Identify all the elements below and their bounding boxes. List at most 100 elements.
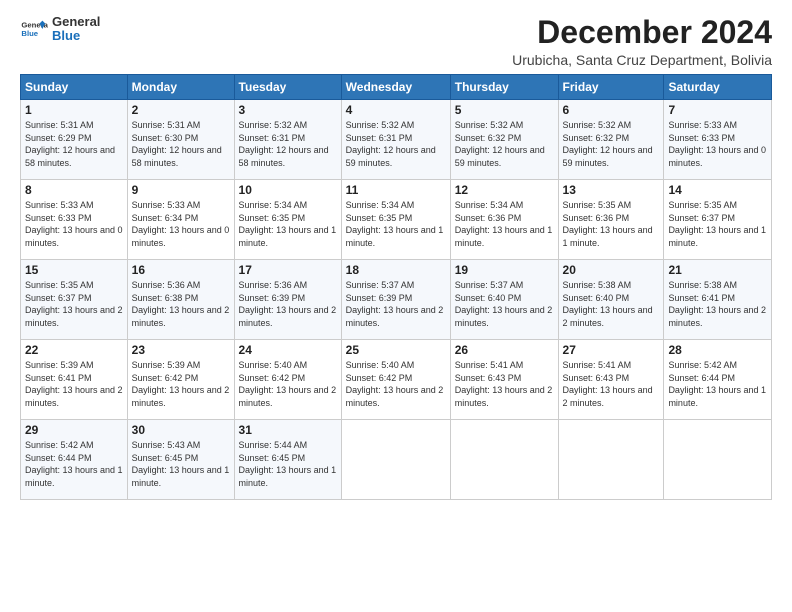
day-number: 27 — [563, 343, 660, 357]
sunset-text: Sunset: 6:41 PM — [25, 373, 92, 383]
day-number: 1 — [25, 103, 123, 117]
sunrise-text: Sunrise: 5:41 AM — [563, 360, 632, 370]
day-number: 31 — [239, 423, 337, 437]
sunrise-text: Sunrise: 5:33 AM — [132, 200, 201, 210]
day-info: Sunrise: 5:36 AM Sunset: 6:38 PM Dayligh… — [132, 279, 230, 329]
sunrise-text: Sunrise: 5:33 AM — [25, 200, 94, 210]
sunrise-text: Sunrise: 5:35 AM — [668, 200, 737, 210]
day-info: Sunrise: 5:35 AM Sunset: 6:37 PM Dayligh… — [25, 279, 123, 329]
sunrise-text: Sunrise: 5:40 AM — [239, 360, 308, 370]
day-cell-12: 12 Sunrise: 5:34 AM Sunset: 6:36 PM Dayl… — [450, 180, 558, 260]
sunset-text: Sunset: 6:43 PM — [563, 373, 630, 383]
sunset-text: Sunset: 6:30 PM — [132, 133, 199, 143]
daylight-text: Daylight: 12 hours and 58 minutes. — [25, 145, 115, 168]
sunset-text: Sunset: 6:36 PM — [455, 213, 522, 223]
day-cell-25: 25 Sunrise: 5:40 AM Sunset: 6:42 PM Dayl… — [341, 340, 450, 420]
day-number: 17 — [239, 263, 337, 277]
sunrise-text: Sunrise: 5:38 AM — [668, 280, 737, 290]
daylight-text: Daylight: 12 hours and 59 minutes. — [563, 145, 653, 168]
day-info: Sunrise: 5:38 AM Sunset: 6:41 PM Dayligh… — [668, 279, 767, 329]
sunrise-text: Sunrise: 5:37 AM — [455, 280, 524, 290]
day-info: Sunrise: 5:42 AM Sunset: 6:44 PM Dayligh… — [25, 439, 123, 489]
daylight-text: Daylight: 13 hours and 1 minute. — [239, 465, 337, 488]
daylight-text: Daylight: 13 hours and 2 minutes. — [132, 385, 230, 408]
day-cell-18: 18 Sunrise: 5:37 AM Sunset: 6:39 PM Dayl… — [341, 260, 450, 340]
day-number: 9 — [132, 183, 230, 197]
day-info: Sunrise: 5:37 AM Sunset: 6:39 PM Dayligh… — [346, 279, 446, 329]
calendar-week-2: 8 Sunrise: 5:33 AM Sunset: 6:33 PM Dayli… — [21, 180, 772, 260]
sunrise-text: Sunrise: 5:35 AM — [25, 280, 94, 290]
calendar-header-row: SundayMondayTuesdayWednesdayThursdayFrid… — [21, 75, 772, 100]
day-number: 18 — [346, 263, 446, 277]
calendar-table: SundayMondayTuesdayWednesdayThursdayFrid… — [20, 74, 772, 500]
daylight-text: Daylight: 13 hours and 0 minutes. — [132, 225, 230, 248]
day-info: Sunrise: 5:38 AM Sunset: 6:40 PM Dayligh… — [563, 279, 660, 329]
sunset-text: Sunset: 6:42 PM — [132, 373, 199, 383]
sunset-text: Sunset: 6:36 PM — [563, 213, 630, 223]
sunrise-text: Sunrise: 5:36 AM — [239, 280, 308, 290]
daylight-text: Daylight: 12 hours and 58 minutes. — [239, 145, 329, 168]
day-cell-7: 7 Sunrise: 5:33 AM Sunset: 6:33 PM Dayli… — [664, 100, 772, 180]
header-day-tuesday: Tuesday — [234, 75, 341, 100]
daylight-text: Daylight: 13 hours and 2 minutes. — [239, 385, 337, 408]
sunset-text: Sunset: 6:43 PM — [455, 373, 522, 383]
sunrise-text: Sunrise: 5:32 AM — [563, 120, 632, 130]
sunset-text: Sunset: 6:40 PM — [455, 293, 522, 303]
calendar-week-1: 1 Sunrise: 5:31 AM Sunset: 6:29 PM Dayli… — [21, 100, 772, 180]
day-info: Sunrise: 5:32 AM Sunset: 6:31 PM Dayligh… — [239, 119, 337, 169]
day-cell-30: 30 Sunrise: 5:43 AM Sunset: 6:45 PM Dayl… — [127, 420, 234, 500]
sunrise-text: Sunrise: 5:36 AM — [132, 280, 201, 290]
sunrise-text: Sunrise: 5:41 AM — [455, 360, 524, 370]
sunrise-text: Sunrise: 5:39 AM — [25, 360, 94, 370]
daylight-text: Daylight: 13 hours and 2 minutes. — [25, 385, 123, 408]
header-day-thursday: Thursday — [450, 75, 558, 100]
day-number: 26 — [455, 343, 554, 357]
day-cell-19: 19 Sunrise: 5:37 AM Sunset: 6:40 PM Dayl… — [450, 260, 558, 340]
sunset-text: Sunset: 6:37 PM — [25, 293, 92, 303]
day-info: Sunrise: 5:34 AM Sunset: 6:35 PM Dayligh… — [239, 199, 337, 249]
day-cell-21: 21 Sunrise: 5:38 AM Sunset: 6:41 PM Dayl… — [664, 260, 772, 340]
day-number: 8 — [25, 183, 123, 197]
day-info: Sunrise: 5:33 AM Sunset: 6:34 PM Dayligh… — [132, 199, 230, 249]
sunrise-text: Sunrise: 5:34 AM — [455, 200, 524, 210]
sunrise-text: Sunrise: 5:38 AM — [563, 280, 632, 290]
daylight-text: Daylight: 13 hours and 0 minutes. — [25, 225, 123, 248]
day-number: 11 — [346, 183, 446, 197]
sunset-text: Sunset: 6:42 PM — [239, 373, 306, 383]
day-number: 24 — [239, 343, 337, 357]
sunrise-text: Sunrise: 5:34 AM — [239, 200, 308, 210]
day-cell-10: 10 Sunrise: 5:34 AM Sunset: 6:35 PM Dayl… — [234, 180, 341, 260]
page: General Blue General Blue December 2024 … — [0, 0, 792, 612]
sunset-text: Sunset: 6:37 PM — [668, 213, 735, 223]
daylight-text: Daylight: 13 hours and 2 minutes. — [455, 385, 553, 408]
day-cell-8: 8 Sunrise: 5:33 AM Sunset: 6:33 PM Dayli… — [21, 180, 128, 260]
subtitle: Urubicha, Santa Cruz Department, Bolivia — [512, 52, 772, 68]
daylight-text: Daylight: 13 hours and 1 minute. — [132, 465, 230, 488]
daylight-text: Daylight: 13 hours and 0 minutes. — [668, 145, 766, 168]
day-cell-29: 29 Sunrise: 5:42 AM Sunset: 6:44 PM Dayl… — [21, 420, 128, 500]
sunrise-text: Sunrise: 5:42 AM — [25, 440, 94, 450]
sunset-text: Sunset: 6:34 PM — [132, 213, 199, 223]
daylight-text: Daylight: 13 hours and 2 minutes. — [346, 305, 444, 328]
sunset-text: Sunset: 6:35 PM — [346, 213, 413, 223]
day-cell-20: 20 Sunrise: 5:38 AM Sunset: 6:40 PM Dayl… — [558, 260, 664, 340]
day-info: Sunrise: 5:41 AM Sunset: 6:43 PM Dayligh… — [563, 359, 660, 409]
sunset-text: Sunset: 6:31 PM — [346, 133, 413, 143]
svg-text:Blue: Blue — [21, 29, 38, 38]
sunrise-text: Sunrise: 5:40 AM — [346, 360, 415, 370]
sunset-text: Sunset: 6:42 PM — [346, 373, 413, 383]
day-cell-4: 4 Sunrise: 5:32 AM Sunset: 6:31 PM Dayli… — [341, 100, 450, 180]
daylight-text: Daylight: 13 hours and 2 minutes. — [239, 305, 337, 328]
day-cell-3: 3 Sunrise: 5:32 AM Sunset: 6:31 PM Dayli… — [234, 100, 341, 180]
sunrise-text: Sunrise: 5:31 AM — [132, 120, 201, 130]
day-number: 14 — [668, 183, 767, 197]
day-cell-1: 1 Sunrise: 5:31 AM Sunset: 6:29 PM Dayli… — [21, 100, 128, 180]
daylight-text: Daylight: 13 hours and 2 minutes. — [455, 305, 553, 328]
sunset-text: Sunset: 6:33 PM — [668, 133, 735, 143]
daylight-text: Daylight: 13 hours and 2 minutes. — [132, 305, 230, 328]
header-day-monday: Monday — [127, 75, 234, 100]
sunset-text: Sunset: 6:39 PM — [346, 293, 413, 303]
sunset-text: Sunset: 6:45 PM — [132, 453, 199, 463]
day-cell-2: 2 Sunrise: 5:31 AM Sunset: 6:30 PM Dayli… — [127, 100, 234, 180]
day-cell-22: 22 Sunrise: 5:39 AM Sunset: 6:41 PM Dayl… — [21, 340, 128, 420]
